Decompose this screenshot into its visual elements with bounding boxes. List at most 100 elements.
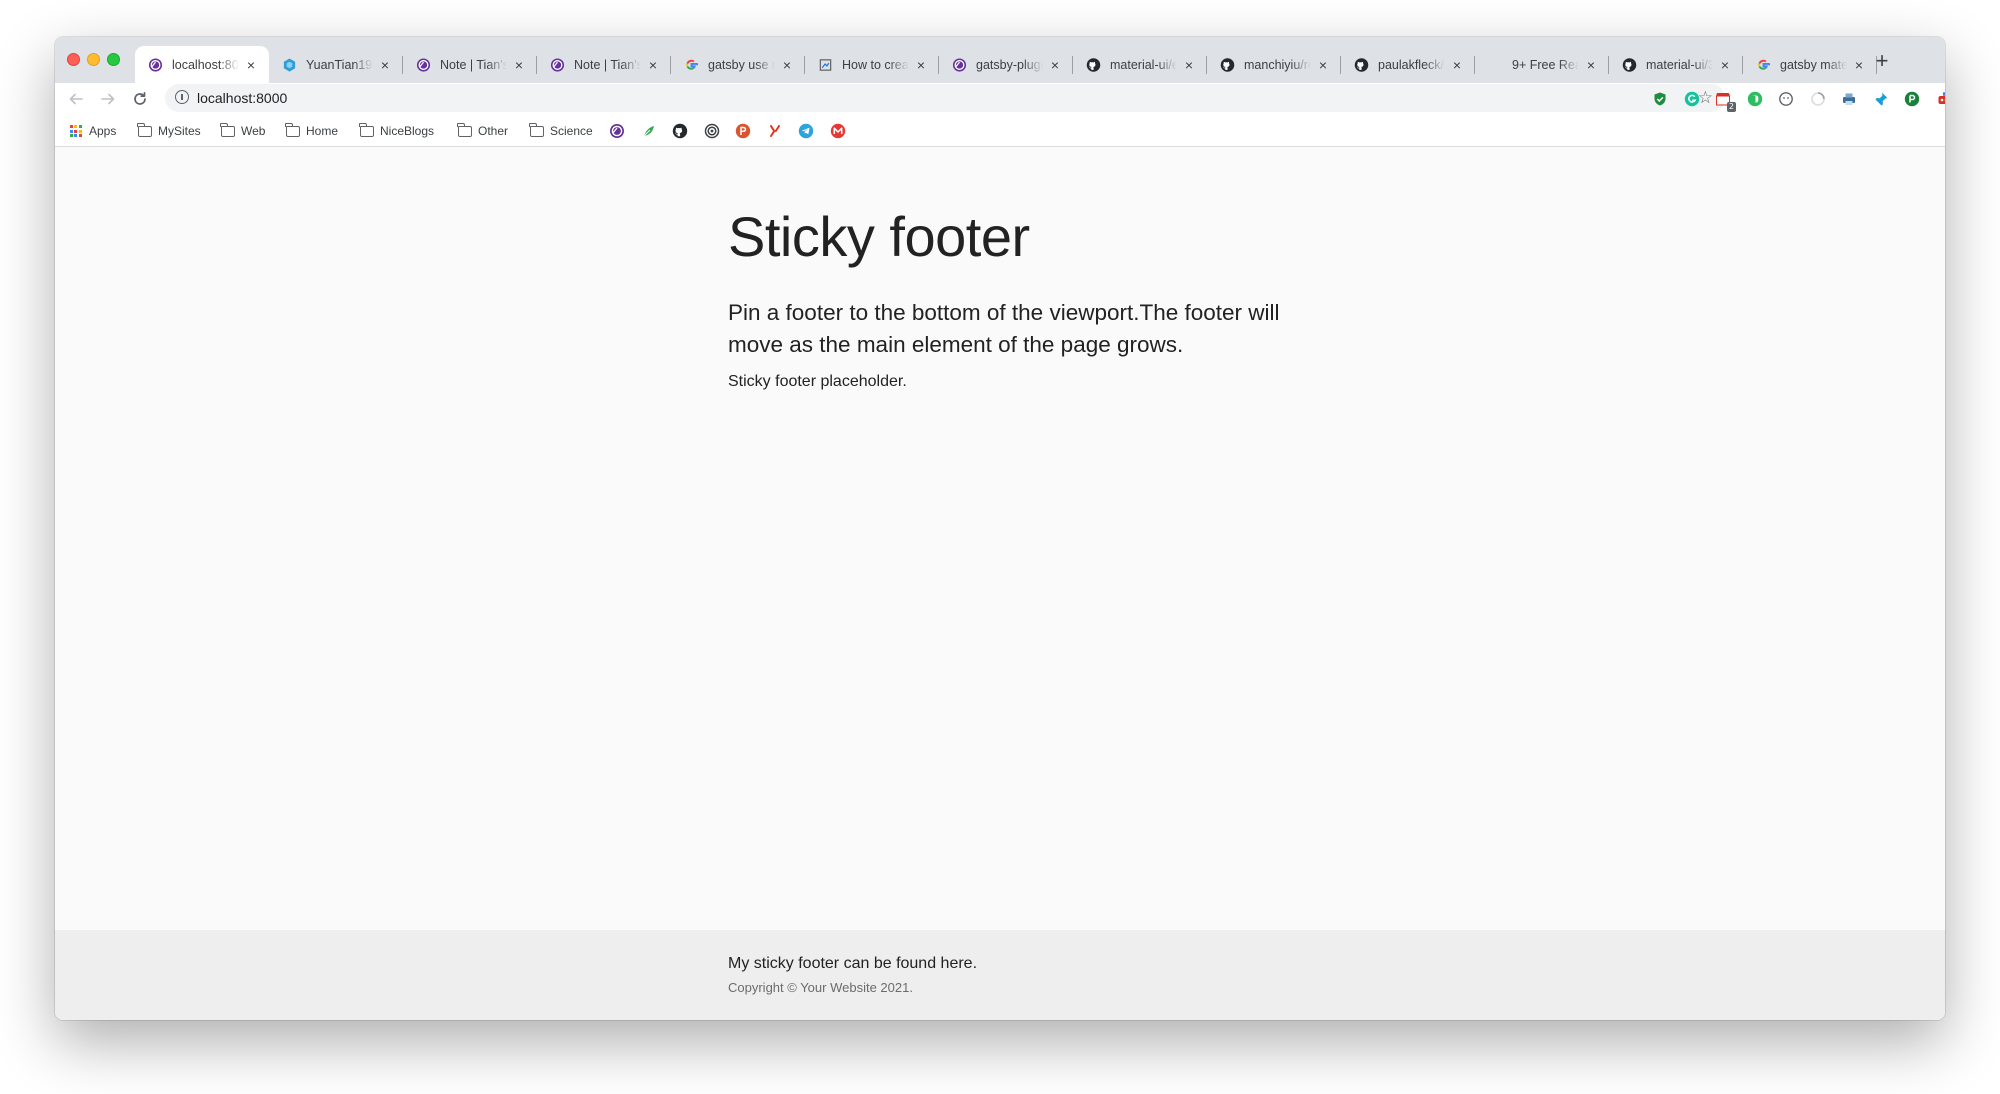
github-icon <box>1086 57 1101 72</box>
folder-icon <box>457 122 472 139</box>
close-tab-icon[interactable]: × <box>1717 57 1733 73</box>
bookmark-target-icon[interactable] <box>704 123 720 139</box>
tab-title: gatsby use m <box>708 57 775 72</box>
bookmark-science[interactable]: Science <box>529 122 593 139</box>
tab-title: manchiyiu/re <box>1244 57 1311 72</box>
close-tab-icon[interactable]: × <box>377 57 393 73</box>
forward-button[interactable] <box>97 88 119 110</box>
google-icon <box>684 57 699 72</box>
folder-icon <box>529 122 544 139</box>
apps-grid-icon <box>68 124 83 139</box>
bookmark-niceblogs[interactable]: NiceBlogs <box>359 122 435 139</box>
bookmark-telegram-icon[interactable] <box>798 123 814 139</box>
tab-2[interactable]: Note | Tian's × <box>403 46 537 83</box>
reload-button[interactable] <box>129 88 151 110</box>
github-icon <box>1354 57 1369 72</box>
lead-paragraph: Pin a footer to the bottom of the viewpo… <box>728 300 1280 357</box>
bookmark-github-icon[interactable] <box>672 123 688 139</box>
page-viewport: Sticky footer Pin a footer to the bottom… <box>55 147 1945 1020</box>
tab-title: gatsby mate <box>1780 57 1847 72</box>
zoom-window-button[interactable] <box>107 53 120 66</box>
bookmark-web[interactable]: Web <box>220 122 265 139</box>
document-icon <box>818 57 833 72</box>
folder-icon <box>285 122 300 139</box>
grammarly-icon[interactable] <box>1683 90 1701 108</box>
folder-icon <box>359 122 374 139</box>
tab-3[interactable]: Note | Tian's × <box>537 46 671 83</box>
tw-icon <box>1488 57 1503 72</box>
close-tab-icon[interactable]: × <box>243 57 259 73</box>
footer-text: My sticky footer can be found here. <box>728 955 978 972</box>
tab-4[interactable]: gatsby use m × <box>671 46 805 83</box>
circle-icon[interactable] <box>1777 90 1795 108</box>
tab-10[interactable]: 9+ Free Rea × <box>1475 46 1609 83</box>
tab-title: YuanTian1991 <box>306 57 373 72</box>
minimize-window-button[interactable] <box>87 53 100 66</box>
green-circle-icon[interactable] <box>1903 90 1921 108</box>
bookmark-y-icon[interactable] <box>767 123 783 139</box>
close-tab-icon[interactable]: × <box>1047 57 1063 73</box>
evernote-icon[interactable] <box>1746 90 1764 108</box>
bookmark-other[interactable]: Other <box>457 122 509 139</box>
bookmark-label: Science <box>550 124 593 138</box>
close-tab-icon[interactable]: × <box>1181 57 1197 73</box>
page-title: Sticky footer <box>728 205 1030 268</box>
back-button[interactable] <box>65 88 87 110</box>
bookmark-label: NiceBlogs <box>380 124 435 138</box>
address-bar[interactable]: localhost:8000 ☆ <box>165 84 1725 112</box>
tab-8[interactable]: manchiyiu/re × <box>1207 46 1341 83</box>
close-tab-icon[interactable]: × <box>1315 57 1331 73</box>
tab-9[interactable]: paulakfleck/ × <box>1341 46 1475 83</box>
gatsby-icon <box>550 57 565 72</box>
bookmark-apps[interactable]: Apps <box>68 123 116 139</box>
tab-title: gatsby-plugin <box>976 57 1043 72</box>
bookmark-leaf-icon[interactable] <box>641 123 657 139</box>
tab-11[interactable]: material-ui/3 × <box>1609 46 1743 83</box>
close-tab-icon[interactable]: × <box>1583 57 1599 73</box>
tab-12[interactable]: gatsby mate × <box>1743 46 1877 83</box>
close-tab-icon[interactable]: × <box>645 57 661 73</box>
shield-icon[interactable] <box>1651 90 1669 108</box>
site-info-icon[interactable] <box>175 90 189 104</box>
close-tab-icon[interactable]: × <box>1851 57 1867 73</box>
tab-0[interactable]: localhost:8000 × <box>135 46 269 83</box>
bookmark-gatsby-icon[interactable] <box>609 123 625 139</box>
tab-title: paulakfleck/ <box>1378 57 1445 72</box>
arrow-left-icon <box>69 93 83 105</box>
close-tab-icon[interactable]: × <box>511 57 527 73</box>
extension-badge: 2 <box>1726 102 1736 112</box>
github-icon <box>1622 57 1637 72</box>
hexagon-icon <box>282 57 297 72</box>
bookmark-product-hunt-icon[interactable] <box>735 123 751 139</box>
tab-title: localhost:8000 <box>172 57 239 72</box>
copyright-text: Copyright © Your Website 2021. <box>728 980 913 995</box>
close-tab-icon[interactable]: × <box>779 57 795 73</box>
folder-icon <box>220 122 235 139</box>
tab-5[interactable]: How to create × <box>805 46 939 83</box>
robot-icon[interactable] <box>1935 90 1945 108</box>
bookmark-label: Other <box>478 124 509 138</box>
pin-icon[interactable] <box>1872 90 1890 108</box>
bookmark-label: MySites <box>158 124 201 138</box>
calendar-badge-icon[interactable]: 2 <box>1714 90 1736 112</box>
bookmark-m-icon[interactable] <box>830 123 846 139</box>
gatsby-icon <box>416 57 431 72</box>
placeholder-text: Sticky footer placeholder. <box>728 373 907 390</box>
loading-icon[interactable] <box>1809 90 1827 108</box>
arrow-right-icon <box>101 93 115 105</box>
close-tab-icon[interactable]: × <box>913 57 929 73</box>
folder-icon <box>137 122 152 139</box>
bookmark-mysites[interactable]: MySites <box>137 122 201 139</box>
close-window-button[interactable] <box>67 53 80 66</box>
new-tab-button[interactable]: + <box>1870 49 1894 73</box>
bookmarks-bar: Apps MySites Web Home NiceBlogs Other Science <box>55 115 1945 147</box>
bookmark-home[interactable]: Home <box>285 122 338 139</box>
address-url: localhost:8000 <box>197 90 288 106</box>
tab-title: 9+ Free Rea <box>1512 57 1579 72</box>
close-tab-icon[interactable]: × <box>1449 57 1465 73</box>
tab-1[interactable]: YuanTian1991 × <box>269 46 403 83</box>
tab-6[interactable]: gatsby-plugin × <box>939 46 1073 83</box>
tab-7[interactable]: material-ui/e × <box>1073 46 1207 83</box>
tab-strip: localhost:8000×YuanTian1991×Note | Tian'… <box>55 37 1945 83</box>
printer-icon[interactable] <box>1840 90 1858 108</box>
